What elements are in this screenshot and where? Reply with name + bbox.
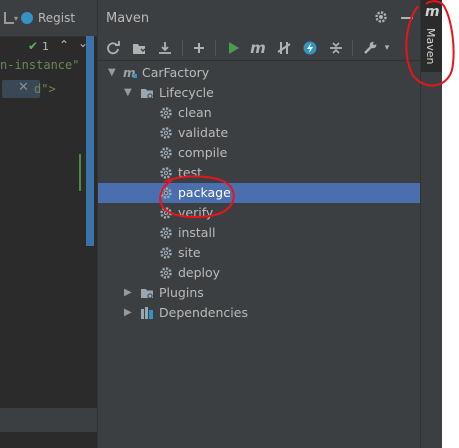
lifecycle-goal-test[interactable]: test [98,163,421,183]
problems-check-icon[interactable]: ✔ [28,39,38,53]
chevron-right-icon[interactable]: ▶ [124,283,134,303]
run-config-label[interactable]: Regist [38,11,75,25]
tree-node-label: Plugins [159,285,204,300]
chevron-down-icon[interactable]: ▼ [124,83,134,103]
gear-icon [159,246,173,260]
skip-tests-icon[interactable] [274,38,294,58]
prev-problem-icon[interactable]: ⌃ [59,38,69,52]
tree-node-label: compile [178,145,228,160]
dropdown-arrow-icon[interactable]: ▾ [14,14,18,23]
tree-node-label: deploy [178,265,221,280]
gear-icon [159,186,173,200]
tree-node-label: install [178,225,216,240]
maven-title: Maven [106,11,150,26]
gear-icon [159,106,173,120]
editor-panel: ▾ Regist ✔ 1 ⌃ ⌄ n-instance" d"> ✕ [0,0,97,448]
close-icon[interactable]: ✕ [18,80,29,95]
chevron-down-icon[interactable]: ▼ [108,63,118,83]
code-line: n-instance" [0,58,80,72]
dropdown-arrow-icon[interactable]: ▾ [381,38,393,58]
maven-toolbar: m ▾ [98,36,421,61]
tree-node-label: Lifecycle [159,85,214,100]
folder-icon [140,86,154,100]
download-icon[interactable] [155,38,175,58]
tree-node-dependencies[interactable]: ▶ Dependencies [98,303,421,323]
library-icon [140,306,154,320]
execute-goal-icon[interactable]: m [248,38,268,58]
collapse-all-icon[interactable] [326,38,346,58]
tree-node-label: site [178,245,201,260]
lifecycle-goal-verify[interactable]: verify [98,203,421,223]
lifecycle-goal-compile[interactable]: compile [98,143,421,163]
tree-node-label: CarFactory [142,65,210,80]
tree-node-label: test [178,165,203,180]
build-icon[interactable] [4,12,14,24]
add-icon[interactable] [189,38,209,58]
tree-node-label: verify [178,205,214,220]
folder-icon [140,286,154,300]
code-line: d"> [34,82,56,96]
hide-icon[interactable] [401,17,413,19]
maven-m-icon: m [425,4,440,20]
maven-tool-window: Maven m ▾ ▼ m CarFactory ▼ Lifecycle cle… [97,0,421,448]
tree-node-project[interactable]: ▼ m CarFactory [98,63,421,83]
maven-stripe-button[interactable]: m Maven [421,0,443,72]
gear-icon [159,206,173,220]
lifecycle-goal-validate[interactable]: validate [98,123,421,143]
generate-sources-icon[interactable] [129,38,149,58]
maven-header: Maven [98,0,421,36]
run-icon[interactable] [223,38,243,58]
problems-count: 1 [42,40,49,53]
lifecycle-goal-clean[interactable]: clean [98,103,421,123]
wrench-icon[interactable] [360,38,380,58]
lifecycle-goal-package[interactable]: package [98,183,421,203]
maven-tab-label: Maven [424,28,437,65]
right-tool-stripe: m Maven [420,0,443,448]
gear-icon [159,266,173,280]
chevron-right-icon[interactable]: ▶ [124,303,134,323]
gear-icon [159,226,173,240]
tree-node-label: validate [178,125,229,140]
reload-icon[interactable] [103,38,123,58]
editor-status-band [0,408,97,432]
window-edge [442,0,459,448]
editor-toolbar: ▾ Regist [0,0,97,37]
run-config-icon[interactable] [21,12,33,24]
lifecycle-goal-site[interactable]: site [98,243,421,263]
gear-icon[interactable] [374,10,388,27]
lifecycle-goal-install[interactable]: install [98,223,421,243]
offline-icon[interactable] [300,38,320,58]
tree-node-plugins[interactable]: ▶ Plugins [98,283,421,303]
gear-icon [159,146,173,160]
maven-project-icon: m [123,66,139,80]
change-marker [79,154,81,191]
gear-icon [159,126,173,140]
tree-node-label: package [178,185,231,200]
tree-node-label: Dependencies [159,305,248,320]
editor-scrollbar[interactable] [86,36,94,246]
gear-icon [159,166,173,180]
tree-node-lifecycle[interactable]: ▼ Lifecycle [98,83,421,103]
tree-node-label: clean [178,105,212,120]
lifecycle-goal-deploy[interactable]: deploy [98,263,421,283]
